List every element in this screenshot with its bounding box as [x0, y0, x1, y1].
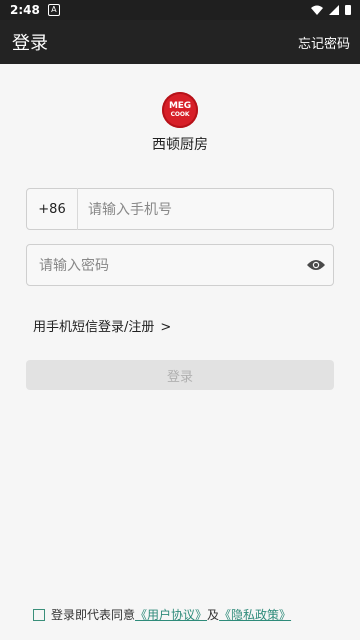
eye-icon	[307, 260, 325, 270]
sms-login-link[interactable]: 用手机短信登录/注册 >	[33, 316, 171, 335]
status-icons	[310, 4, 352, 16]
user-agreement-link[interactable]: 《用户协议》	[135, 606, 207, 623]
password-field	[26, 244, 334, 286]
status-bar: 2:48 A	[0, 0, 360, 20]
login-button[interactable]: 登录	[26, 360, 334, 390]
forgot-password-link[interactable]: 忘记密码	[298, 33, 350, 52]
logo-line2: COOK	[170, 111, 190, 118]
page-title: 登录	[12, 33, 48, 54]
signal-icon	[329, 5, 339, 15]
country-code[interactable]: +86	[27, 202, 77, 217]
chevron-right-icon: >	[160, 320, 172, 335]
brand-name: 西顿厨房	[152, 137, 208, 153]
password-input[interactable]	[27, 245, 299, 285]
show-password-icon[interactable]	[299, 244, 333, 286]
app-bar: 登录 忘记密码	[0, 20, 360, 64]
status-time: 2:48	[10, 3, 40, 17]
agreement-and: 及	[207, 608, 220, 622]
phone-field: +86	[26, 188, 334, 230]
privacy-policy-link[interactable]: 《隐私政策》	[219, 606, 291, 623]
agreement-row: 登录即代表同意 《用户协议》 及 《隐私政策》	[33, 606, 291, 623]
app-logo: MEG COOK	[162, 92, 198, 128]
brand-block: MEG COOK 西顿厨房	[0, 92, 360, 154]
wifi-icon	[311, 5, 323, 15]
logo-line1: MEG	[169, 101, 191, 111]
battery-icon	[345, 5, 351, 15]
sms-login-label: 用手机短信登录/注册	[33, 320, 155, 335]
status-a-icon: A	[47, 4, 60, 16]
agreement-checkbox[interactable]	[33, 608, 45, 621]
phone-input[interactable]	[78, 189, 333, 229]
agreement-prefix: 登录即代表同意	[51, 608, 136, 622]
